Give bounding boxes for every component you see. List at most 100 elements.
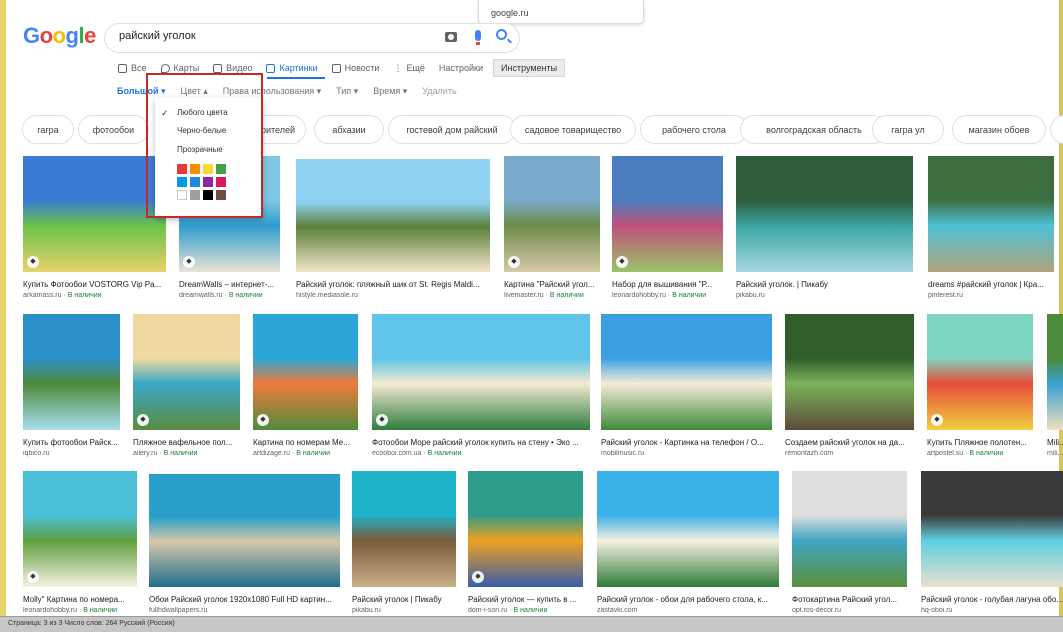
- microphone-icon[interactable]: [475, 30, 481, 45]
- result-source: leonardohobby.ru · В наличии: [612, 292, 707, 299]
- result-source: remontazh.com: [785, 450, 834, 457]
- result-title[interactable]: Купить Фотообои VOSTORG Vip Pa...: [23, 280, 170, 289]
- tab-images[interactable]: Картинки: [266, 59, 318, 77]
- result-title[interactable]: dreams #райский уголок | Кра...: [928, 280, 1058, 289]
- result-source: iqbico.ru: [23, 450, 50, 457]
- related-chip[interactable]: садовое товарищество: [510, 115, 636, 144]
- tag-icon: ◆: [183, 256, 195, 268]
- result-source: histyle.mediasole.ru: [296, 292, 358, 299]
- result-title[interactable]: Фотообои Море райский уголок купить на с…: [372, 438, 594, 447]
- result-title[interactable]: DreamWalls – интернет-...: [179, 280, 284, 289]
- image-thumbnail[interactable]: ◆: [927, 314, 1033, 430]
- result-source: pikabu.ru: [736, 292, 765, 299]
- in-stock-label: В наличии: [67, 292, 102, 299]
- in-stock-label: В наличии: [513, 607, 548, 614]
- result-title[interactable]: Райский уголок. | Пикабу: [736, 280, 917, 289]
- result-title[interactable]: Райский уголок — купить в ...: [468, 595, 587, 604]
- image-thumbnail[interactable]: [785, 314, 914, 430]
- tag-icon: ◆: [257, 414, 269, 426]
- image-thumbnail[interactable]: ◆: [504, 156, 600, 272]
- image-thumbnail[interactable]: [352, 471, 456, 587]
- result-title[interactable]: Molly" Картина по номера...: [23, 595, 141, 604]
- related-chip[interactable]: гостевой дом райский: [388, 115, 516, 144]
- tag-icon: ◆: [472, 571, 484, 583]
- in-stock-label: В наличии: [163, 450, 198, 457]
- result-source: zastavki.com: [597, 607, 638, 614]
- result-source: dreamwalls.ru · В наличии: [179, 292, 263, 299]
- search-icon[interactable]: [496, 29, 507, 40]
- image-thumbnail[interactable]: ◆: [468, 471, 583, 587]
- search-input[interactable]: [119, 30, 419, 42]
- result-title[interactable]: Создаем райский уголок на да...: [785, 438, 918, 447]
- in-stock-label: В наличии: [228, 292, 263, 299]
- related-chip[interactable]: магазин обоев: [952, 115, 1046, 144]
- image-thumbnail[interactable]: [921, 471, 1063, 587]
- type-filter[interactable]: Тип ▾: [336, 86, 358, 97]
- tab-more[interactable]: ⋮ Ещё: [393, 59, 424, 77]
- image-thumbnail[interactable]: ◆: [612, 156, 723, 272]
- result-source: livemaster.ru · В наличии: [504, 292, 584, 299]
- image-thumbnail[interactable]: [736, 156, 913, 272]
- related-chip[interactable]: волгоградская область: [740, 115, 888, 144]
- image-thumbnail[interactable]: [296, 159, 490, 272]
- result-title[interactable]: Фотокартина Райский угол...: [792, 595, 911, 604]
- in-stock-label: В наличии: [549, 292, 584, 299]
- image-thumbnail[interactable]: [792, 471, 907, 587]
- result-title[interactable]: Райский уголок | Пикабу: [352, 595, 460, 604]
- result-title[interactable]: Набор для вышивания "Р...: [612, 280, 727, 289]
- related-chip[interactable]: фотообои: [78, 115, 149, 144]
- in-stock-label: В наличии: [969, 450, 1004, 457]
- image-thumbnail[interactable]: ◆: [23, 156, 166, 272]
- image-thumbnail[interactable]: [928, 156, 1054, 272]
- related-chip[interactable]: тов: [1050, 115, 1063, 144]
- tag-icon: ◆: [137, 414, 149, 426]
- result-title[interactable]: Купить фотообои Райск...: [23, 438, 124, 447]
- related-chip[interactable]: гагра ул: [872, 115, 944, 144]
- related-chip[interactable]: абхазии: [314, 115, 384, 144]
- result-title[interactable]: Райский уголок: пляжный шик от St. Regis…: [296, 280, 494, 289]
- clear-filters[interactable]: Удалить: [422, 86, 456, 97]
- tab-all[interactable]: Все: [118, 59, 147, 77]
- tab-news[interactable]: Новости: [331, 59, 379, 77]
- image-thumbnail[interactable]: ◆: [253, 314, 358, 430]
- window-frame-left: [0, 0, 6, 632]
- result-source: opt.ros-decor.ru: [792, 607, 842, 614]
- result-source: arkamass.ru · В наличии: [23, 292, 102, 299]
- url-suggestion-popup[interactable]: google.ru: [478, 0, 644, 24]
- result-title[interactable]: Райский уголок - Картинка на телефон / О…: [601, 438, 776, 447]
- result-title[interactable]: Райский уголок - голубая лагуна обои...: [921, 595, 1063, 604]
- result-source: fullhdwallpapers.ru: [149, 607, 208, 614]
- tab-settings[interactable]: Настройки: [439, 59, 483, 77]
- image-thumbnail[interactable]: ◆: [133, 314, 240, 430]
- image-thumbnail[interactable]: [597, 471, 779, 587]
- in-stock-label: В наличии: [296, 450, 331, 457]
- tools-button[interactable]: Инструменты: [493, 59, 566, 77]
- search-box[interactable]: [104, 23, 520, 53]
- google-logo[interactable]: Google: [23, 23, 96, 49]
- result-title[interactable]: Обои Райский уголок 1920x1080 Full HD ка…: [149, 595, 344, 604]
- related-chip[interactable]: гагра: [22, 115, 74, 144]
- tag-icon: ◆: [27, 571, 39, 583]
- annotation-highlight-box: [146, 73, 263, 218]
- time-filter[interactable]: Время ▾: [373, 86, 407, 97]
- map-pin-icon: [160, 63, 170, 73]
- result-title[interactable]: Купить Пляжное полотен...: [927, 438, 1037, 447]
- image-thumbnail[interactable]: [1047, 314, 1063, 430]
- image-thumbnail[interactable]: [149, 474, 340, 587]
- result-title[interactable]: Райский уголок - обои для рабочего стола…: [597, 595, 783, 604]
- related-chip[interactable]: рабочего стола: [640, 115, 748, 144]
- active-tab-indicator: [267, 77, 325, 79]
- image-thumbnail[interactable]: ◆: [372, 314, 590, 430]
- result-title[interactable]: Пляжное вафельное пол...: [133, 438, 244, 447]
- result-source: pikabu.ru: [352, 607, 381, 614]
- result-title[interactable]: Картина "Райский угол...: [504, 280, 604, 289]
- result-title[interactable]: Mili...: [1047, 438, 1063, 447]
- camera-icon[interactable]: [445, 32, 457, 42]
- image-thumbnail[interactable]: [601, 314, 772, 430]
- image-thumbnail[interactable]: [23, 314, 120, 430]
- result-source: pinterest.ru: [928, 292, 964, 299]
- result-title[interactable]: Картина по номерам Ме...: [253, 438, 362, 447]
- image-icon: [266, 63, 276, 73]
- in-stock-label: В наличии: [672, 292, 707, 299]
- image-thumbnail[interactable]: ◆: [23, 471, 137, 587]
